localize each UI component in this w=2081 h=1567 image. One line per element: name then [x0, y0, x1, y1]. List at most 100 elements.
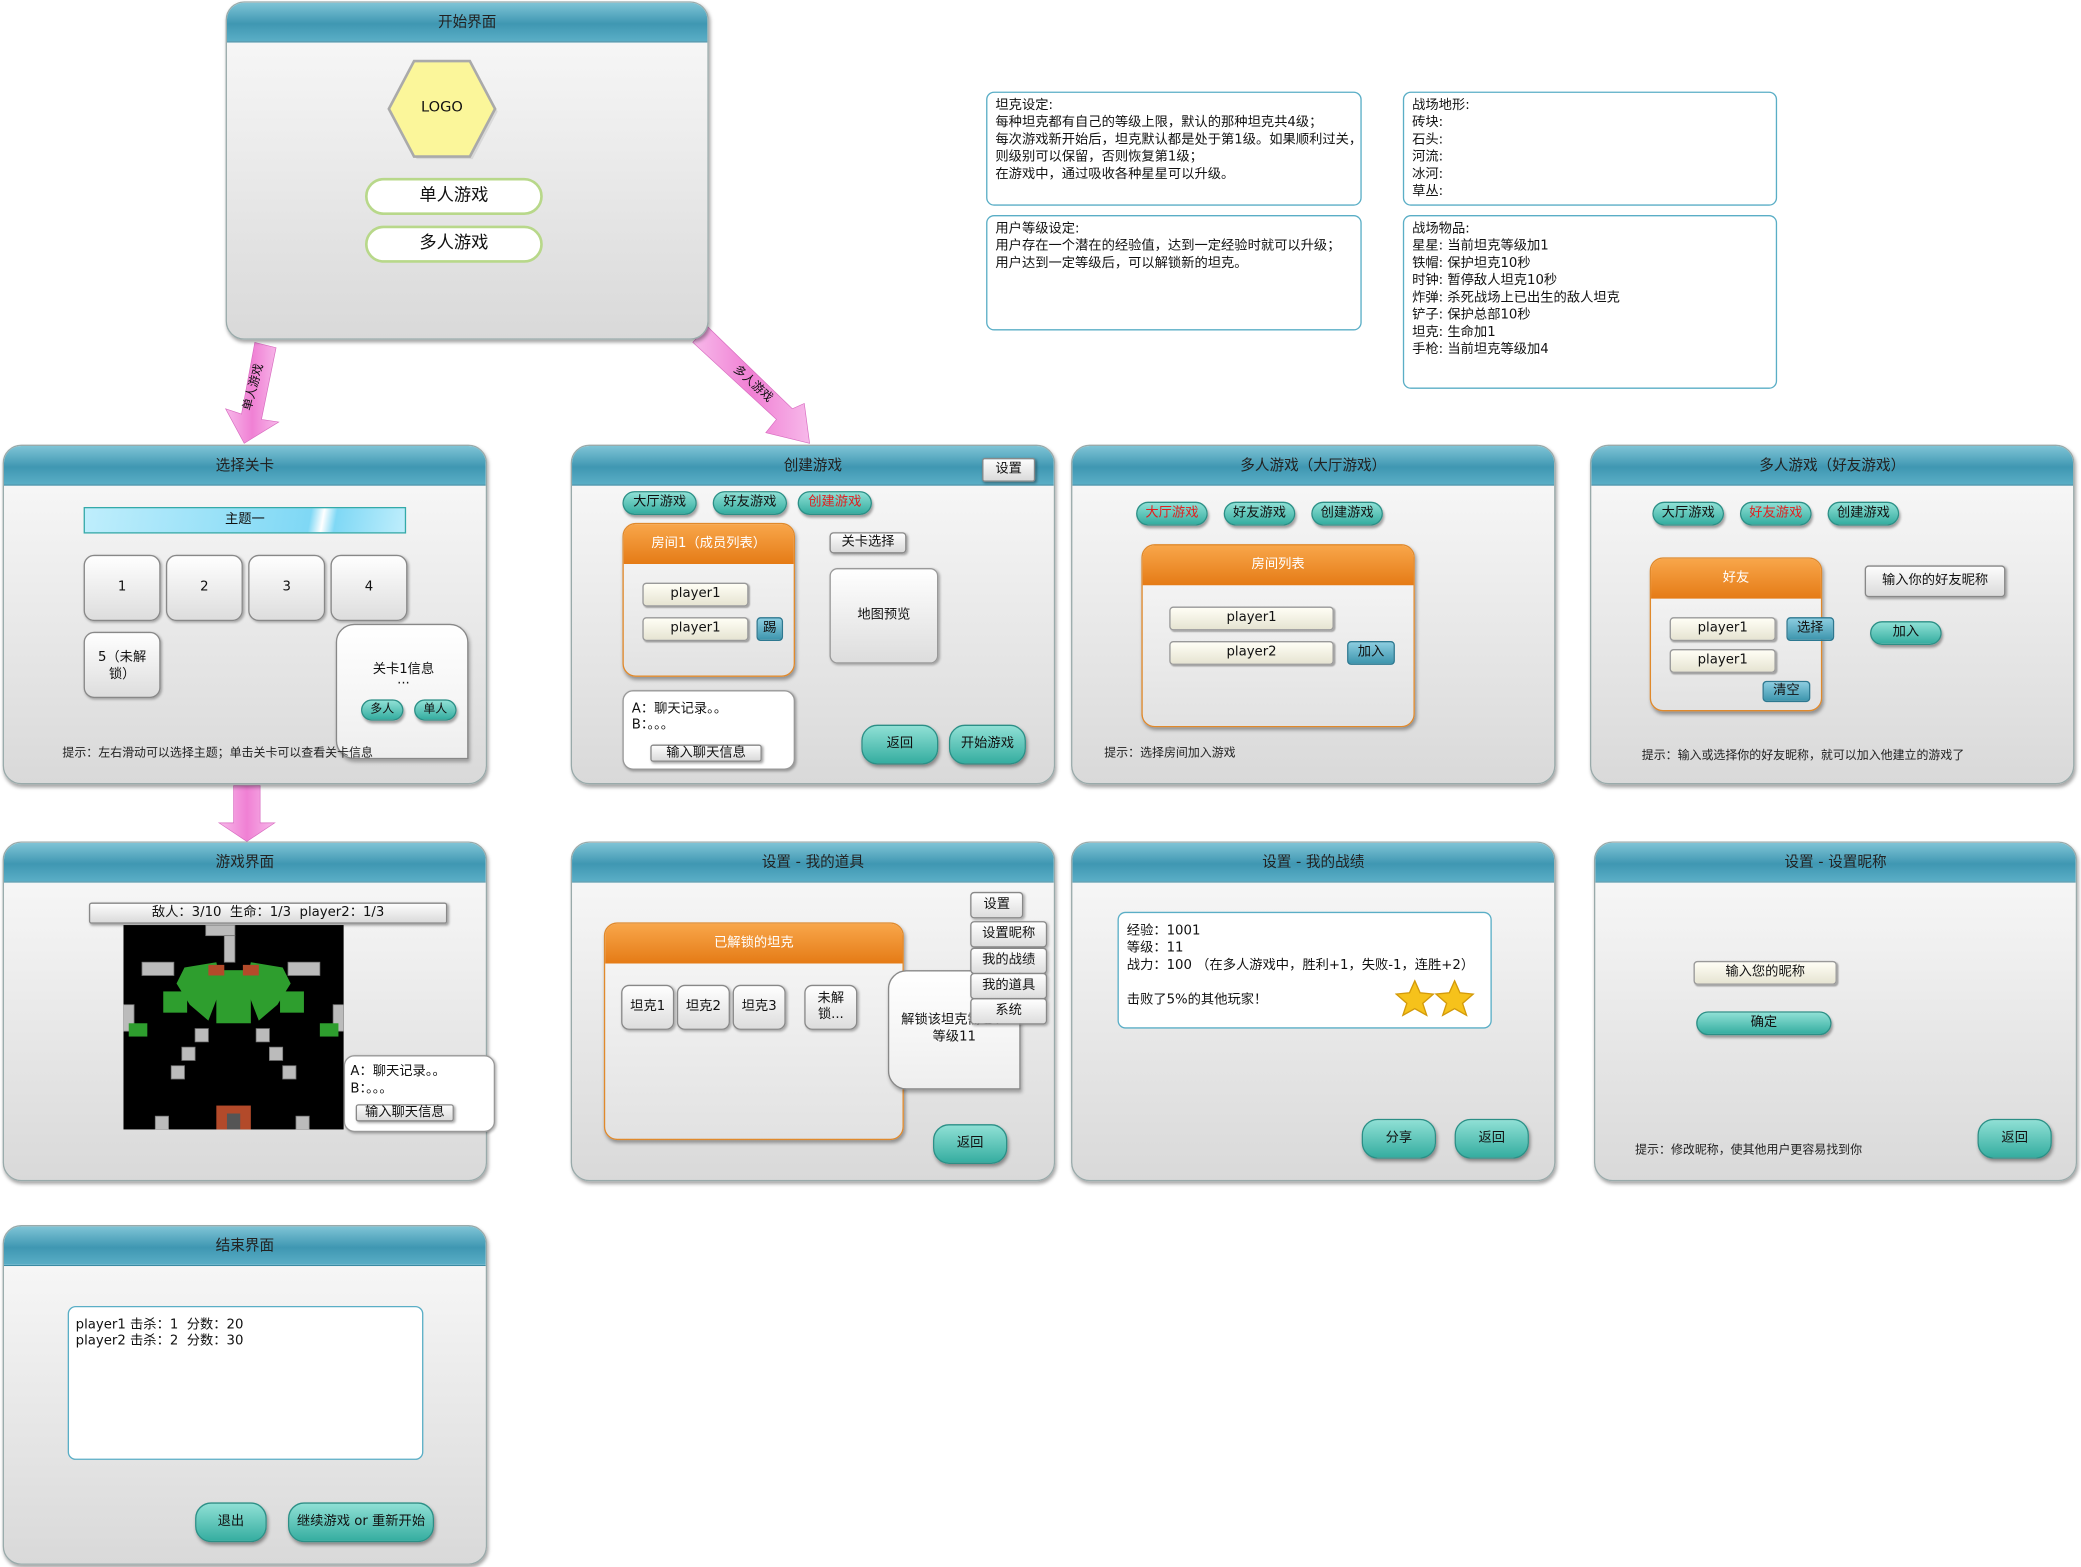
theme-bar[interactable]: 主题一 [83, 506, 407, 534]
star-icon [1434, 979, 1475, 1017]
clear-button[interactable]: 清空 [1762, 680, 1811, 703]
tank-2[interactable]: 坦克2 [676, 984, 730, 1030]
chat-input[interactable]: 输入聊天信息 [355, 1104, 454, 1122]
game-screen: 游戏界面 敌人：3/10 生命：1/3 player2：1/3 A：聊天记录。。… [2, 841, 496, 1182]
chat-line-b: B：。。。 [350, 1081, 393, 1097]
room-list-card: 房间列表 player1 player2 加入 [1141, 544, 1415, 728]
friend-player-2[interactable]: player1 [1669, 649, 1776, 673]
share-button[interactable]: 分享 [1361, 1118, 1437, 1159]
back-button[interactable]: 返回 [1454, 1118, 1529, 1159]
panel-title: 开始界面 [226, 2, 708, 43]
status-bar: 敌人：3/10 生命：1/3 player2：1/3 [88, 902, 448, 924]
tab-create-game[interactable]: 创建游戏 [1827, 501, 1900, 526]
multi-game-button[interactable]: 多人游戏 [364, 225, 543, 263]
select-level-screen: 选择关卡 主题一 1 2 3 4 5（未解锁） 关卡1信息 ... 多人 单人 … [2, 444, 488, 785]
hint-text: 提示：选择房间加入游戏 [1104, 747, 1236, 761]
level-info-popup: 关卡1信息 ... 多人 单人 [335, 623, 469, 760]
room-player-1[interactable]: player1 [1169, 606, 1334, 631]
panel-title: 设置 - 我的道具 [572, 842, 1054, 883]
map-preview: 地图预览 [829, 568, 939, 664]
single-game-button[interactable]: 单人游戏 [364, 177, 543, 216]
level-select-button[interactable]: 关卡选择 [829, 532, 907, 554]
chat-box: A：聊天记录。。 B：。。。 输入聊天信息 [343, 1055, 496, 1133]
menu-system[interactable]: 系统 [970, 998, 1048, 1025]
start-game-button[interactable]: 开始游戏 [948, 724, 1026, 765]
create-game-screen: 创建游戏 设置 大厅游戏 好友游戏 创建游戏 房间1（成员列表） player1… [570, 444, 1056, 785]
level-tile-4[interactable]: 4 [330, 554, 408, 622]
record-defeat: 击败了5%的其他玩家！ [1126, 992, 1268, 1008]
tab-create-game[interactable]: 创建游戏 [1311, 501, 1383, 526]
kick-button[interactable]: 踢 [756, 617, 784, 642]
menu-my-items[interactable]: 我的道具 [970, 972, 1048, 1000]
chat-input[interactable]: 输入聊天信息 [650, 744, 762, 762]
level-info-dots: ... [397, 672, 410, 688]
end-screen: 结束界面 player1 击杀：1 分数：20 player2 击杀：2 分数：… [2, 1225, 488, 1565]
tab-friend-game[interactable]: 好友游戏 [712, 491, 788, 515]
player-slot-2: player1 [642, 617, 749, 642]
panel-title: 多人游戏（好友游戏） [1591, 445, 2074, 486]
lobby-game-screen: 多人游戏（大厅游戏） 大厅游戏 好友游戏 创建游戏 房间列表 player1 p… [1071, 444, 1556, 785]
note-tank-settings: 坦克设定: 每种坦克都有自己的等级上限，默认的那种坦克共4级； 每次游戏新开始后… [986, 91, 1362, 206]
score-player2: player2 击杀：2 分数：30 [75, 1333, 244, 1349]
single-button[interactable]: 单人 [414, 699, 457, 721]
unlocked-tanks-card: 已解锁的坦克 坦克1 坦克2 坦克3 未解锁... [603, 922, 904, 1141]
tank-3[interactable]: 坦克3 [732, 984, 786, 1030]
level-tile-2[interactable]: 2 [165, 554, 243, 622]
back-button[interactable]: 返回 [933, 1124, 1008, 1164]
friend-card: 好友 player1 player1 选择 清空 [1649, 557, 1835, 712]
tab-lobby-game[interactable]: 大厅游戏 [1136, 501, 1208, 526]
player-slot-1: player1 [642, 582, 749, 607]
friend-player-1[interactable]: player1 [1669, 617, 1776, 642]
score-box: player1 击杀：1 分数：20 player2 击杀：2 分数：30 [67, 1305, 424, 1460]
battlefield-map [123, 925, 344, 1130]
panel-title: 选择关卡 [3, 445, 486, 486]
chat-line-b: B：。。。 [631, 718, 675, 733]
back-button[interactable]: 返回 [861, 724, 939, 765]
hint-text: 提示：修改昵称，使其他用户更容易找到你 [1635, 1144, 1863, 1158]
note-user-level: 用户等级设定: 用户存在一个潜在的经验值，达到一定经验时就可以升级； 用户达到一… [986, 215, 1362, 331]
level-tile-1[interactable]: 1 [83, 554, 161, 622]
set-nickname-screen: 设置 - 设置昵称 输入您的昵称 确定 提示：修改昵称，使其他用户更容易找到你 … [1593, 841, 2078, 1182]
panel-title: 设置 - 设置昵称 [1595, 842, 2076, 883]
my-items-screen: 设置 - 我的道具 已解锁的坦克 坦克1 坦克2 坦克3 未解锁... 解锁该坦… [570, 841, 1056, 1182]
note-items: 战场物品: 星星: 当前坦克等级加1 铁帽: 保护坦克10秒 时钟: 暂停敌人坦… [1402, 215, 1778, 389]
tank-locked[interactable]: 未解锁... [804, 984, 858, 1030]
join-button[interactable]: 加入 [1870, 621, 1942, 646]
room-card-title: 房间1（成员列表） [623, 524, 794, 565]
continue-or-restart-button[interactable]: 继续游戏 or 重新开始 [288, 1502, 434, 1543]
level-tile-5-locked[interactable]: 5（未解锁） [83, 631, 161, 699]
tab-lobby-game[interactable]: 大厅游戏 [1652, 501, 1725, 526]
level-tile-3[interactable]: 3 [248, 554, 326, 622]
panel-title: 多人游戏（大厅游戏） [1072, 445, 1555, 486]
tank-1[interactable]: 坦克1 [621, 984, 675, 1030]
tab-lobby-game[interactable]: 大厅游戏 [622, 491, 697, 515]
join-button[interactable]: 加入 [1347, 641, 1395, 665]
select-button[interactable]: 选择 [1786, 617, 1835, 642]
room-player-2[interactable]: player2 [1169, 641, 1334, 665]
tab-create-game[interactable]: 创建游戏 [797, 491, 872, 515]
settings-button[interactable]: 设置 [982, 457, 1036, 482]
friend-nickname-input[interactable]: 输入你的好友昵称 [1864, 565, 2006, 598]
menu-my-record[interactable]: 我的战绩 [970, 947, 1048, 975]
note-terrain: 战场地形: 砖块: 石头: 河流: 冰河: 草丛: [1402, 91, 1778, 206]
panel-title: 游戏界面 [3, 842, 486, 883]
confirm-button[interactable]: 确定 [1696, 1011, 1832, 1036]
quit-button[interactable]: 退出 [195, 1502, 267, 1543]
friend-card-title: 好友 [1651, 558, 1821, 599]
multi-button[interactable]: 多人 [360, 699, 404, 721]
record-box: 经验：1001 等级：11 战力：100 （在多人游戏中，胜利+1，失败-1，连… [1117, 911, 1492, 1029]
hint-text: 提示：左右滑动可以选择主题；单击关卡可以查看关卡信息 [62, 747, 373, 761]
my-record-screen: 设置 - 我的战绩 经验：1001 等级：11 战力：100 （在多人游戏中，胜… [1071, 841, 1556, 1182]
star-icon [1394, 979, 1435, 1017]
menu-set-nickname[interactable]: 设置昵称 [970, 921, 1048, 948]
menu-settings[interactable]: 设置 [970, 891, 1024, 919]
hint-text: 提示：输入或选择你的好友昵称，就可以加入他建立的游戏了 [1641, 749, 1965, 764]
arrow-down [217, 785, 276, 842]
tab-friend-game[interactable]: 好友游戏 [1223, 501, 1296, 526]
friend-game-screen: 多人游戏（好友游戏） 大厅游戏 好友游戏 创建游戏 好友 player1 pla… [1589, 444, 2075, 785]
start-screen: 开始界面 LOGO 单人游戏 多人游戏 [225, 1, 709, 340]
nickname-input[interactable]: 输入您的昵称 [1693, 960, 1837, 985]
tab-friend-game[interactable]: 好友游戏 [1739, 501, 1812, 526]
chat-box: A：聊天记录。。 B：。。。 输入聊天信息 [622, 690, 795, 770]
back-button[interactable]: 返回 [1977, 1118, 2052, 1159]
